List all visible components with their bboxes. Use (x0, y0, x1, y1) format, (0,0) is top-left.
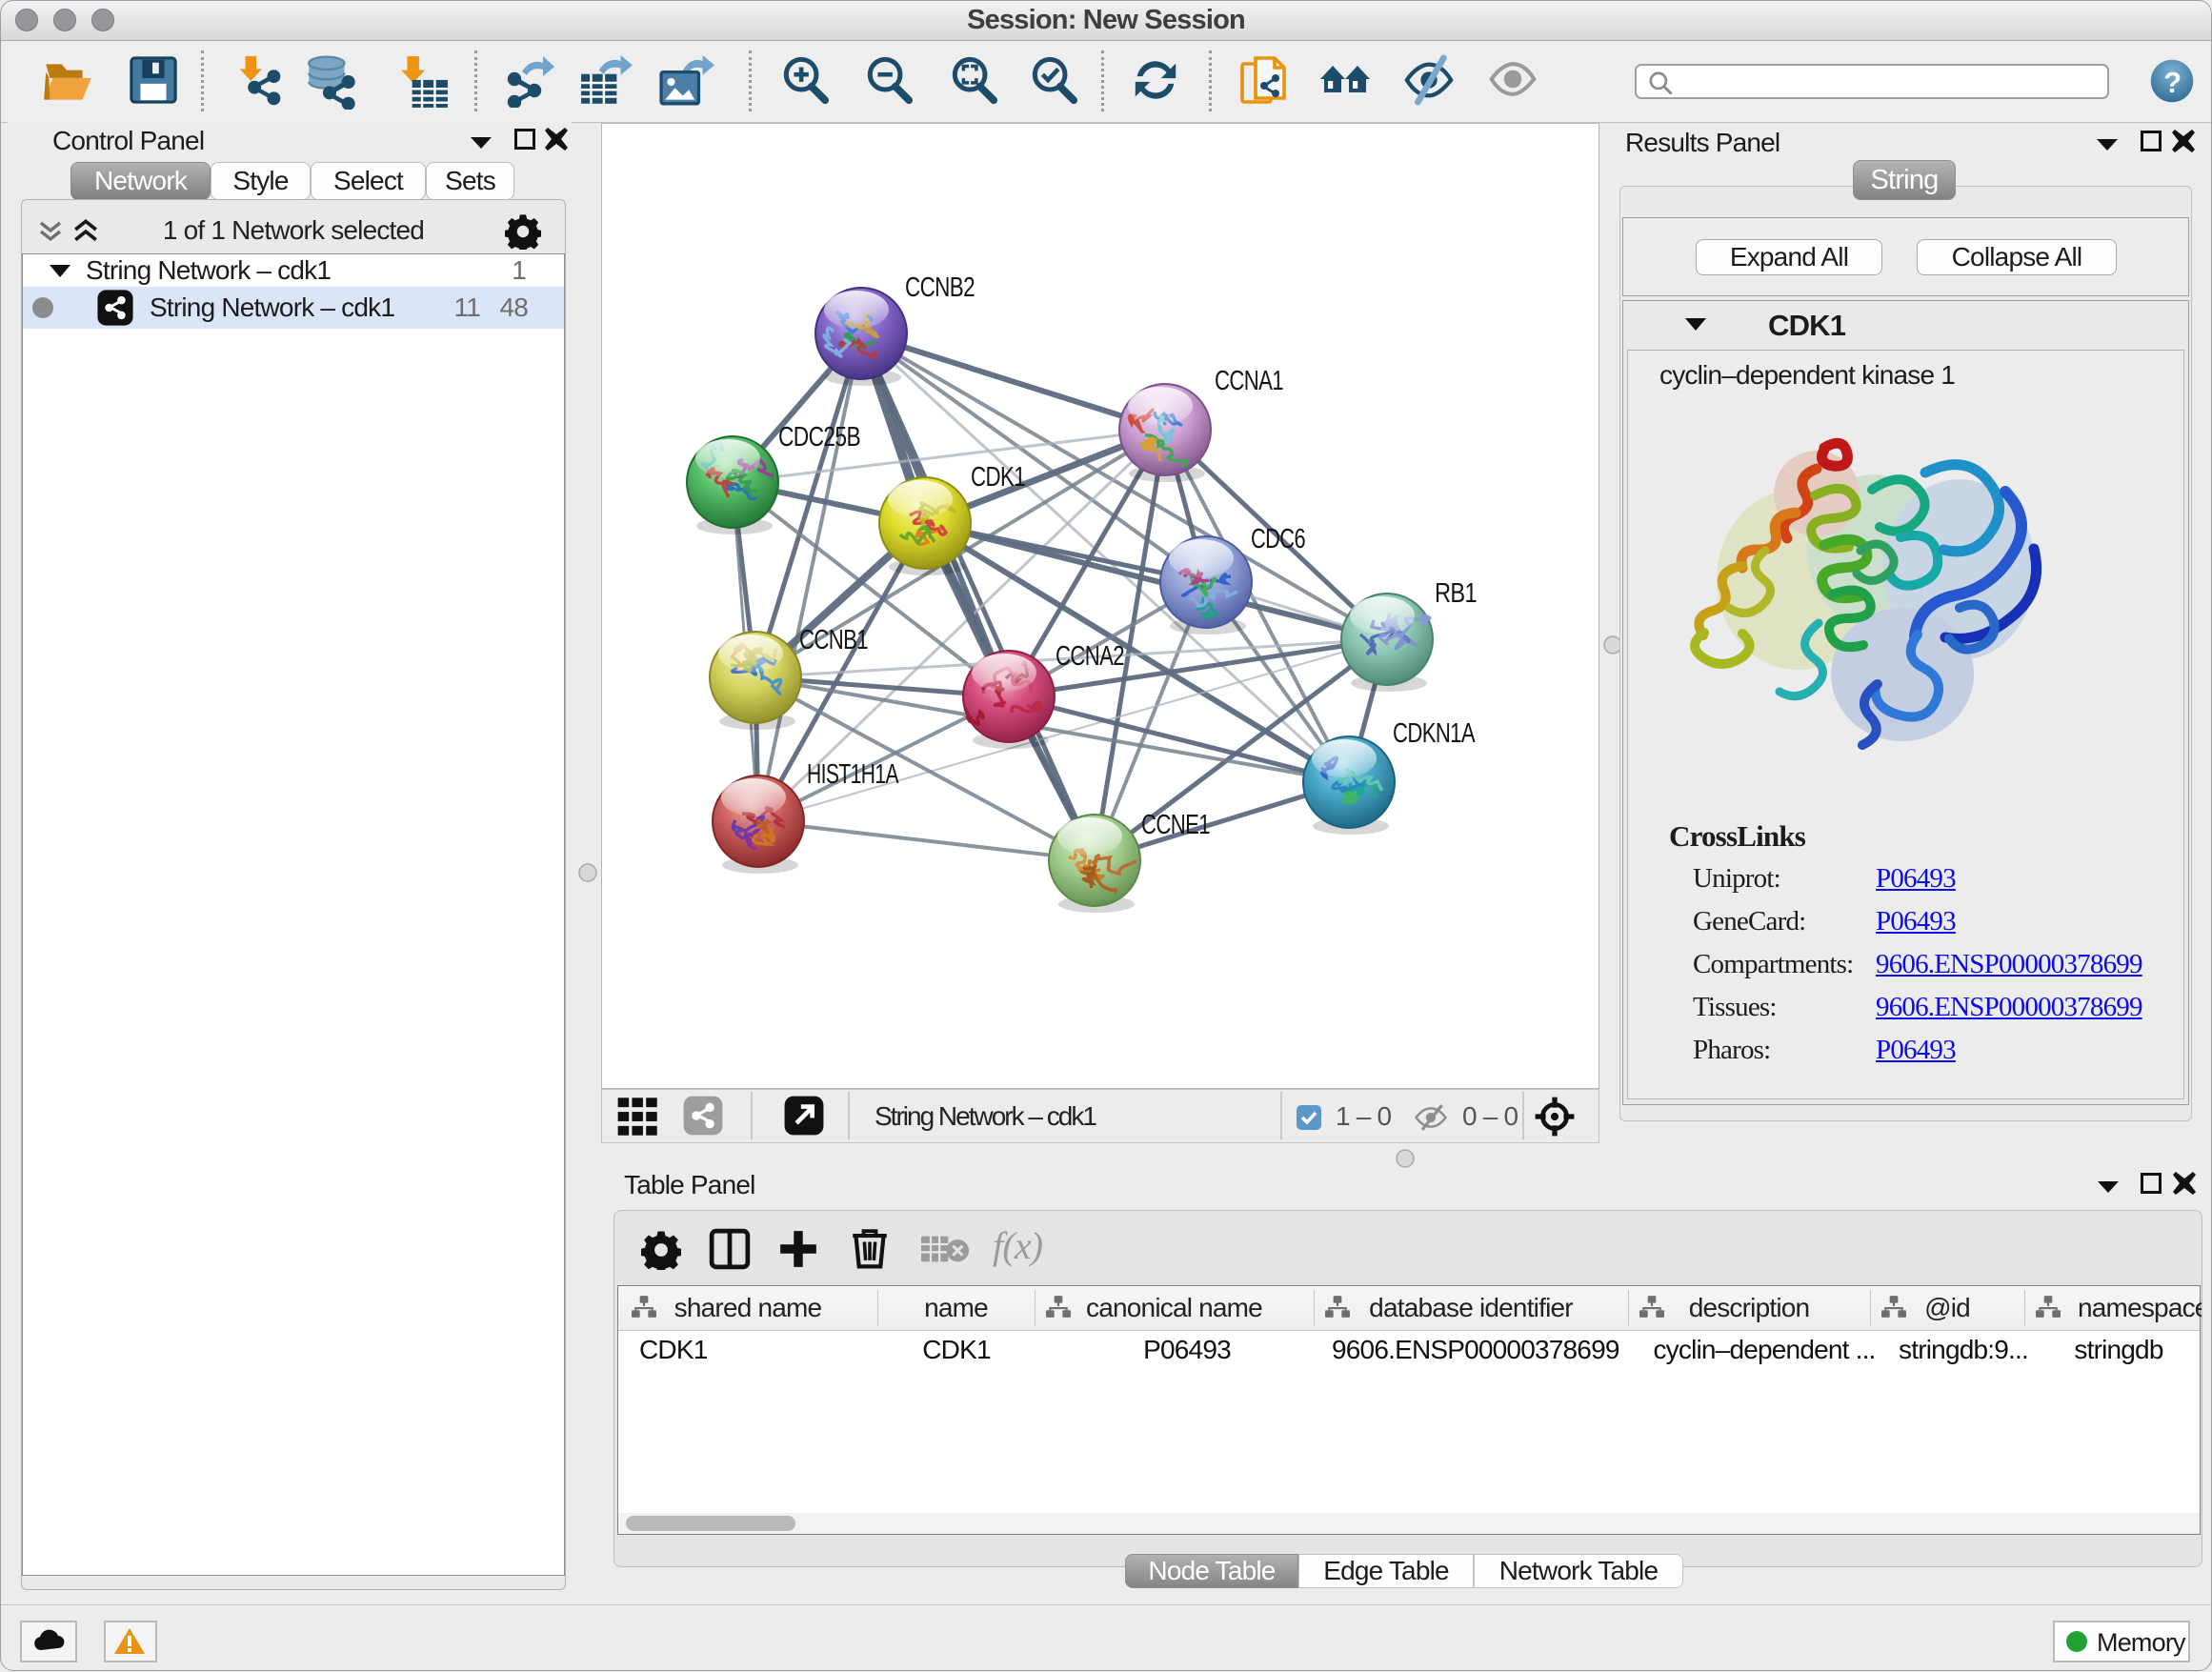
svg-text:CDC6: CDC6 (1251, 524, 1305, 554)
svg-text:?: ? (2163, 66, 2181, 99)
svg-text:CDKN1A: CDKN1A (1393, 718, 1476, 749)
svg-text:RB1: RB1 (1435, 578, 1477, 609)
svg-text:HIST1H1A: HIST1H1A (807, 759, 899, 790)
svg-text:CCNB1: CCNB1 (799, 625, 868, 655)
svg-text:CDC25B: CDC25B (778, 422, 860, 453)
svg-text:CDK1: CDK1 (971, 462, 1025, 493)
svg-text:CCNB2: CCNB2 (905, 272, 975, 303)
svg-text:CCNA1: CCNA1 (1215, 366, 1283, 396)
svg-text:CCNA2: CCNA2 (1056, 641, 1124, 672)
svg-text:CCNE1: CCNE1 (1141, 810, 1210, 840)
